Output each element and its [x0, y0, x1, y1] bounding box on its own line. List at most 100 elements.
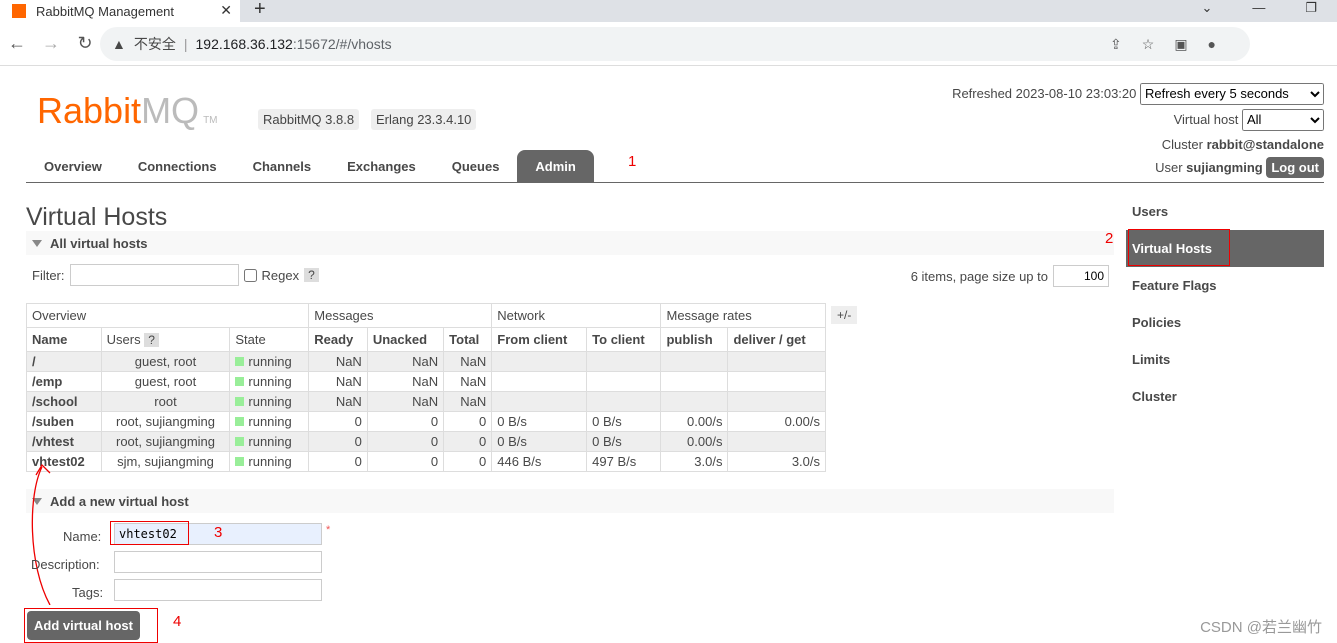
deliver-get: 0.00/s [727, 411, 826, 432]
description-label: Description: [31, 557, 100, 572]
publish [660, 391, 729, 412]
url-path: :15672/#/vhosts [292, 36, 392, 52]
col-to-client[interactable]: To client [586, 327, 662, 352]
warning-icon: ▲ [112, 36, 126, 52]
tab-connections[interactable]: Connections [120, 150, 235, 182]
tab-admin[interactable]: Admin [517, 150, 594, 182]
tab-overview[interactable]: Overview [26, 150, 120, 182]
tags-input[interactable] [114, 579, 322, 601]
table-row[interactable]: /school root running NaN NaN NaN [26, 391, 826, 412]
tags-label: Tags: [72, 585, 104, 600]
col-total[interactable]: Total [443, 327, 493, 352]
col-from-client[interactable]: From client [491, 327, 588, 352]
annotation-3: 3 [214, 524, 223, 541]
col-state[interactable]: State [229, 327, 310, 352]
table-row[interactable]: vhtest02 sjm, sujiangming running 0 0 0 446 B/… [26, 451, 826, 472]
required-marker: * [326, 524, 331, 536]
url-host: 192.168.36.132 [195, 36, 293, 52]
publish [660, 371, 729, 392]
publish: 0.00/s [660, 411, 729, 432]
vhost-name[interactable]: /school [26, 391, 102, 412]
collapse-triangle-icon [32, 239, 42, 247]
from-client [491, 391, 588, 412]
tab-queues[interactable]: Queues [434, 150, 518, 182]
tab-channels[interactable]: Channels [235, 150, 330, 182]
vhost-name[interactable]: /emp [26, 371, 102, 392]
to-client [586, 351, 662, 372]
regex-help[interactable]: ? [304, 268, 319, 282]
state: running [229, 391, 310, 412]
deliver-get [727, 371, 826, 392]
regex-checkbox[interactable] [243, 268, 257, 282]
browser-tab[interactable]: RabbitMQ Management ✕ [0, 0, 240, 22]
annotation-box-2 [1128, 229, 1230, 266]
col-unacked[interactable]: Unacked [366, 327, 445, 352]
description-input[interactable] [114, 551, 322, 573]
sidebar-item-policies[interactable]: Policies [1126, 304, 1324, 341]
users: root [100, 391, 231, 412]
maximize-icon[interactable]: ❐ [1305, 0, 1317, 15]
unacked: NaN [366, 371, 445, 392]
chevron-down-icon[interactable]: ⌄ [1201, 0, 1212, 15]
annotation-2: 2 [1105, 230, 1114, 247]
vhost-name[interactable]: / [26, 351, 102, 372]
col-name[interactable]: Name [26, 327, 102, 352]
name-label: Name: [63, 529, 102, 544]
users: root, sujiangming [100, 431, 231, 452]
add-virtual-host-button[interactable]: Add virtual host [27, 611, 140, 640]
from-client [491, 351, 588, 372]
ready: NaN [308, 351, 368, 372]
section-title: All virtual hosts [50, 235, 148, 251]
new-tab-icon[interactable]: + [254, 0, 266, 21]
vhost-name[interactable]: /suben [26, 411, 102, 432]
vhost-name[interactable]: /vhtest [26, 431, 102, 452]
refresh-select[interactable]: Refresh every 5 seconds [1140, 82, 1324, 105]
add-vhost-section-toggle[interactable]: Add a new virtual host [26, 489, 1114, 513]
from-client: 0 B/s [491, 431, 588, 452]
publish: 0.00/s [660, 431, 729, 452]
to-client: 0 B/s [586, 431, 662, 452]
table-row[interactable]: /emp guest, root running NaN NaN NaN [26, 371, 826, 392]
sidebar-item-feature-flags[interactable]: Feature Flags [1126, 267, 1324, 304]
filter-row: Filter: Regex ? [32, 264, 319, 286]
total: 0 [443, 411, 493, 432]
sidebar-item-limits[interactable]: Limits [1126, 341, 1324, 378]
annotation-box-3 [110, 521, 189, 545]
sidebar-item-cluster[interactable]: Cluster [1126, 378, 1324, 415]
tab-exchanges[interactable]: Exchanges [329, 150, 434, 182]
state: running [229, 431, 310, 452]
col-users[interactable]: Users ? [100, 327, 231, 352]
total: NaN [443, 391, 493, 412]
browser-action-icons[interactable]: ⇪☆▣● [1110, 36, 1236, 53]
col-ready[interactable]: Ready [308, 327, 368, 352]
back-icon[interactable]: ← [0, 33, 34, 54]
deliver-get [727, 431, 826, 452]
users: guest, root [100, 371, 231, 392]
table-row[interactable]: /suben root, sujiangming running 0 0 0 0 B/s 0 … [26, 411, 826, 432]
reload-icon[interactable]: ↻ [68, 33, 102, 54]
regex-label: Regex [261, 267, 300, 283]
table-row[interactable]: / guest, root running NaN NaN NaN [26, 351, 826, 372]
close-tab-icon[interactable]: ✕ [220, 2, 232, 19]
users-help[interactable]: ? [144, 333, 159, 347]
col-deliver-get[interactable]: deliver / get [727, 327, 826, 352]
unacked: 0 [366, 411, 445, 432]
to-client [586, 391, 662, 412]
url-field[interactable]: ▲ 不安全 | 192.168.36.132:15672/#/vhosts ⇪☆▣● [100, 27, 1250, 61]
all-vhosts-section-toggle[interactable]: All virtual hosts [26, 231, 1114, 255]
vhost-select[interactable]: All [1242, 108, 1324, 131]
total: NaN [443, 371, 493, 392]
vhost-label: Virtual host [1173, 112, 1239, 127]
filter-label: Filter: [32, 267, 65, 283]
sidebar-item-users[interactable]: Users [1126, 193, 1324, 230]
page-size-input[interactable] [1053, 265, 1109, 287]
table-row[interactable]: /vhtest root, sujiangming running 0 0 0 0 B/s 0… [26, 431, 826, 452]
running-status-icon [235, 457, 245, 466]
forward-icon[interactable]: → [34, 33, 68, 54]
running-status-icon [235, 377, 245, 386]
annotation-1: 1 [628, 153, 637, 170]
minimize-icon[interactable]: — [1252, 0, 1265, 15]
columns-toggle-button[interactable]: +/- [831, 306, 858, 324]
filter-input[interactable] [69, 264, 239, 286]
col-publish[interactable]: publish [660, 327, 729, 352]
